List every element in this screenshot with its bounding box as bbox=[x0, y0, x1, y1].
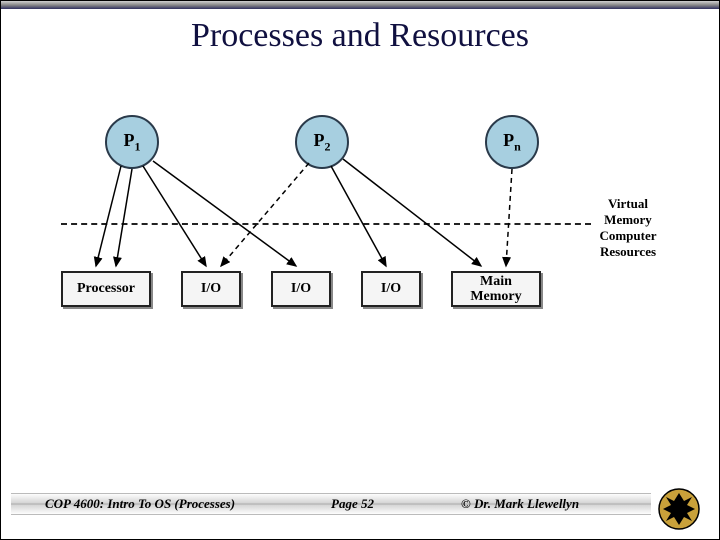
footer-page: Page 52 bbox=[331, 496, 374, 512]
footer-copyright: © Dr. Mark Llewellyn bbox=[461, 496, 579, 512]
resource-io-3: I/O bbox=[361, 271, 421, 307]
resource-io-2: I/O bbox=[271, 271, 331, 307]
process-label: P2 bbox=[314, 130, 331, 155]
resource-processor: Processor bbox=[61, 271, 151, 307]
resource-main-memory: Main Memory bbox=[451, 271, 541, 307]
top-accent-bar bbox=[1, 1, 719, 9]
slide-title: Processes and Resources bbox=[1, 17, 719, 55]
resource-label: Processor bbox=[77, 281, 135, 296]
footer: COP 4600: Intro To OS (Processes) Page 5… bbox=[1, 493, 719, 521]
process-p1: P1 bbox=[105, 115, 159, 169]
divider-line bbox=[61, 223, 591, 225]
resource-label: I/O bbox=[291, 281, 311, 296]
resource-label: I/O bbox=[201, 281, 221, 296]
resource-label: Main Memory bbox=[470, 274, 521, 305]
footer-course: COP 4600: Intro To OS (Processes) bbox=[45, 496, 235, 512]
computer-resources-label: Computer Resources bbox=[593, 228, 663, 259]
process-pn: Pn bbox=[485, 115, 539, 169]
diagram: P1 P2 Pn Virtual Memory Computer Resourc… bbox=[61, 111, 661, 331]
process-label: Pn bbox=[503, 130, 521, 155]
ucf-logo bbox=[657, 487, 701, 531]
resource-label: I/O bbox=[381, 281, 401, 296]
process-p2: P2 bbox=[295, 115, 349, 169]
resource-io-1: I/O bbox=[181, 271, 241, 307]
virtual-memory-label: Virtual Memory bbox=[593, 196, 663, 227]
process-label: P1 bbox=[124, 130, 141, 155]
slide: Processes and Resources P1 P2 Pn Virtual… bbox=[0, 0, 720, 540]
